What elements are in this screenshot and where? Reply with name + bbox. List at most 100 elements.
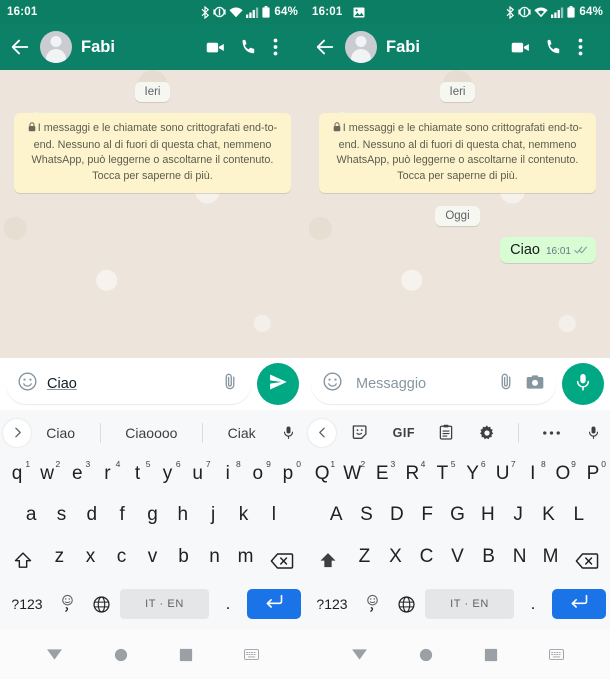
key-P[interactable]: P0 [578, 459, 608, 498]
key-C[interactable]: C [411, 542, 442, 581]
attachment-icon[interactable] [496, 372, 516, 397]
key-v[interactable]: v [137, 542, 168, 581]
key-d[interactable]: d [77, 500, 107, 539]
recents-square-icon[interactable] [179, 648, 193, 662]
phone-call-icon[interactable] [239, 37, 259, 57]
suggestion-item[interactable]: Ciao [40, 425, 81, 441]
key-F[interactable]: F [412, 500, 442, 539]
spacebar-key[interactable]: IT · EN [120, 589, 209, 620]
key-i[interactable]: i8 [213, 459, 243, 498]
phone-call-icon[interactable] [544, 37, 564, 57]
key-J[interactable]: J [503, 500, 533, 539]
emoji-comma-key[interactable] [357, 593, 387, 615]
key-R[interactable]: R4 [397, 459, 427, 498]
key-A[interactable]: A [321, 500, 351, 539]
key-I[interactable]: I8 [518, 459, 548, 498]
key-T[interactable]: T5 [427, 459, 457, 498]
key-Y[interactable]: Y6 [458, 459, 488, 498]
key-X[interactable]: X [380, 542, 411, 581]
enter-key[interactable] [552, 589, 606, 620]
key-e[interactable]: e3 [62, 459, 92, 498]
suggestion-item[interactable]: Ciaoooo [119, 425, 183, 441]
key-f[interactable]: f [107, 500, 137, 539]
home-circle-icon[interactable] [419, 648, 433, 662]
contact-avatar[interactable] [345, 31, 377, 63]
home-circle-icon[interactable] [114, 648, 128, 662]
enter-key[interactable] [247, 589, 301, 620]
key-V[interactable]: V [442, 542, 473, 581]
shift-filled-icon[interactable] [307, 542, 349, 581]
message-input-left[interactable]: Ciao [47, 376, 211, 392]
emoji-icon[interactable] [17, 371, 38, 397]
key-M[interactable]: M [535, 542, 566, 581]
microphone-icon[interactable] [271, 423, 305, 442]
shift-outline-icon[interactable] [2, 542, 44, 581]
key-G[interactable]: G [442, 500, 472, 539]
key-o[interactable]: o9 [243, 459, 273, 498]
attachment-icon[interactable] [220, 372, 240, 397]
key-g[interactable]: g [137, 500, 167, 539]
spacebar-key[interactable]: IT · EN [425, 589, 514, 620]
back-arrow-icon[interactable] [9, 36, 31, 58]
contact-name[interactable]: Fabi [386, 38, 501, 57]
key-r[interactable]: r4 [92, 459, 122, 498]
more-options-icon[interactable] [578, 37, 598, 57]
encryption-notice-bubble[interactable]: I messaggi e le chiamate sono crittograf… [14, 113, 291, 193]
key-w[interactable]: w2 [32, 459, 62, 498]
language-globe-icon[interactable] [389, 595, 423, 614]
key-O[interactable]: O9 [548, 459, 578, 498]
camera-icon[interactable] [525, 372, 545, 397]
key-y[interactable]: y6 [153, 459, 183, 498]
key-Z[interactable]: Z [349, 542, 380, 581]
recents-square-icon[interactable] [484, 648, 498, 662]
key-B[interactable]: B [473, 542, 504, 581]
key-q[interactable]: q1 [2, 459, 32, 498]
keyboard-toggle-icon[interactable] [549, 649, 565, 660]
backspace-icon[interactable] [566, 542, 608, 581]
chevron-right-icon[interactable] [3, 418, 31, 447]
key-N[interactable]: N [504, 542, 535, 581]
settings-gear-icon[interactable] [478, 424, 496, 442]
key-E[interactable]: E3 [367, 459, 397, 498]
back-triangle-icon[interactable] [46, 648, 63, 661]
emoji-icon[interactable] [322, 371, 343, 397]
key-Q[interactable]: Q1 [307, 459, 337, 498]
suggestion-item[interactable]: Ciak [222, 425, 262, 441]
key-a[interactable]: a [16, 500, 46, 539]
key-L[interactable]: L [564, 500, 594, 539]
key-t[interactable]: t5 [122, 459, 152, 498]
contact-avatar[interactable] [40, 31, 72, 63]
message-input-container-left[interactable]: Ciao [6, 364, 251, 404]
period-key[interactable]: . [516, 594, 550, 614]
key-s[interactable]: s [46, 500, 76, 539]
key-n[interactable]: n [199, 542, 230, 581]
key-c[interactable]: c [106, 542, 137, 581]
keyboard-toggle-icon[interactable] [244, 649, 260, 660]
more-ellipsis-icon[interactable] [542, 430, 561, 436]
encryption-notice-bubble[interactable]: I messaggi e le chiamate sono crittograf… [319, 113, 596, 193]
key-k[interactable]: k [228, 500, 258, 539]
key-x[interactable]: x [75, 542, 106, 581]
voice-record-button[interactable] [562, 363, 604, 405]
more-options-icon[interactable] [273, 37, 293, 57]
key-h[interactable]: h [168, 500, 198, 539]
key-u[interactable]: u7 [183, 459, 213, 498]
key-W[interactable]: W2 [337, 459, 367, 498]
back-triangle-icon[interactable] [351, 648, 368, 661]
key-K[interactable]: K [533, 500, 563, 539]
video-call-icon[interactable] [205, 37, 225, 57]
numbers-key[interactable]: ?123 [309, 596, 355, 612]
chevron-left-icon[interactable] [308, 418, 336, 447]
message-input-right[interactable]: Messaggio [352, 376, 487, 392]
gif-icon[interactable]: GIF [393, 426, 415, 440]
numbers-key[interactable]: ?123 [4, 596, 50, 612]
period-key[interactable]: . [211, 594, 245, 614]
key-z[interactable]: z [44, 542, 75, 581]
key-b[interactable]: b [168, 542, 199, 581]
backspace-icon[interactable] [261, 542, 303, 581]
key-S[interactable]: S [351, 500, 381, 539]
key-p[interactable]: p0 [273, 459, 303, 498]
back-arrow-icon[interactable] [314, 36, 336, 58]
message-input-container-right[interactable]: Messaggio [311, 364, 556, 404]
microphone-icon[interactable] [576, 423, 610, 442]
